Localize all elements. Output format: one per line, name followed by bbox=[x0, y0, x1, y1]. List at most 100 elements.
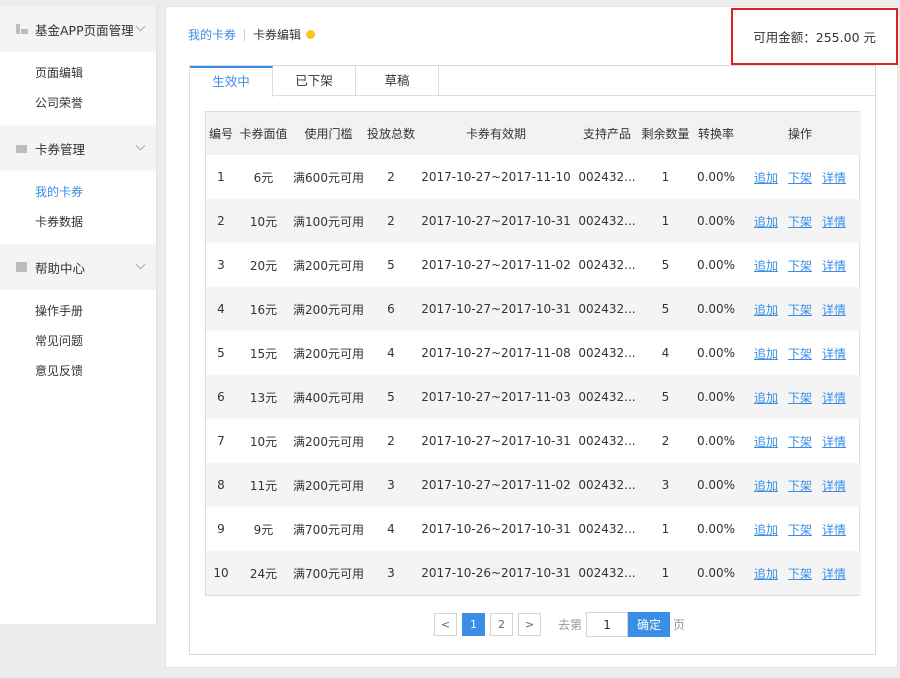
offline-button[interactable]: 下架 bbox=[788, 479, 812, 493]
add-button[interactable]: 追加 bbox=[754, 479, 778, 493]
offline-button[interactable]: 下架 bbox=[788, 567, 812, 581]
cell-remaining: 3 bbox=[638, 463, 693, 507]
detail-button[interactable]: 详情 bbox=[822, 215, 846, 229]
cell-conversion: 0.00% bbox=[696, 434, 736, 448]
sidebar-item-faq[interactable]: 常见问题 bbox=[0, 326, 156, 356]
sidebar-item-my-cards[interactable]: 我的卡券 bbox=[0, 177, 156, 207]
sidebar-item-page-edit[interactable]: 页面编辑 bbox=[0, 58, 156, 88]
coupon-table: 编号 卡券面值 使用门槛 投放总数 卡券有效期 支持产品 剩余数量 转换率 操作… bbox=[205, 111, 861, 596]
table-row: 9 9元 满700元可用 4 2017-10-26~2017-10-31 002432..… bbox=[206, 507, 861, 551]
tab-draft[interactable]: 草稿 bbox=[356, 66, 439, 96]
offline-button[interactable]: 下架 bbox=[788, 171, 812, 185]
cell-validity: 2017-10-27~2017-10-31 bbox=[421, 434, 571, 448]
cell-value: 24元 bbox=[236, 551, 291, 595]
cell-value: 6元 bbox=[253, 170, 274, 185]
offline-button[interactable]: 下架 bbox=[788, 347, 812, 361]
sidebar-item-card-data[interactable]: 卡券数据 bbox=[0, 207, 156, 237]
cell-id: 9 bbox=[217, 522, 225, 536]
cell-validity: 2017-10-27~2017-11-03 bbox=[416, 375, 576, 419]
col-header-conversion: 转换率 bbox=[693, 112, 739, 155]
detail-button[interactable]: 详情 bbox=[822, 435, 846, 449]
offline-button[interactable]: 下架 bbox=[788, 259, 812, 273]
offline-button[interactable]: 下架 bbox=[788, 391, 812, 405]
main-panel: 我的卡券 卡券编辑 可用金额：255.00 元 生效中 已下架 草稿 编号 卡券… bbox=[165, 6, 898, 668]
detail-button[interactable]: 详情 bbox=[822, 171, 846, 185]
detail-button[interactable]: 详情 bbox=[822, 479, 846, 493]
sidebar-group-app-pages[interactable]: 基金APP页面管理 bbox=[0, 6, 156, 52]
cell-id: 4 bbox=[206, 287, 236, 331]
cell-validity: 2017-10-27~2017-10-31 bbox=[416, 199, 576, 243]
add-button[interactable]: 追加 bbox=[754, 435, 778, 449]
cell-remaining: 5 bbox=[638, 375, 693, 419]
cell-validity: 2017-10-27~2017-11-02 bbox=[416, 463, 576, 507]
sidebar: 基金APP页面管理 页面编辑 公司荣誉 卡券管理 我的卡券 卡券数据 帮助中心 … bbox=[0, 6, 157, 624]
cell-actions: 追加 下架 详情 bbox=[739, 331, 861, 375]
sidebar-group-card-management[interactable]: 卡券管理 bbox=[0, 125, 156, 171]
detail-button[interactable]: 详情 bbox=[822, 347, 846, 361]
cell-product: 002432... bbox=[576, 551, 638, 595]
goto-page-input[interactable] bbox=[586, 612, 629, 637]
page-2-button[interactable]: 2 bbox=[490, 613, 513, 636]
detail-button[interactable]: 详情 bbox=[822, 303, 846, 317]
add-button[interactable]: 追加 bbox=[754, 391, 778, 405]
detail-button[interactable]: 详情 bbox=[822, 259, 846, 273]
tab-active[interactable]: 生效中 bbox=[190, 66, 273, 97]
cell-actions: 追加 下架 详情 bbox=[739, 155, 861, 199]
sidebar-item-manual[interactable]: 操作手册 bbox=[0, 296, 156, 326]
cell-actions: 追加 下架 详情 bbox=[739, 375, 861, 419]
cell-validity: 2017-10-27~2017-10-31 bbox=[416, 287, 576, 331]
offline-button[interactable]: 下架 bbox=[788, 435, 812, 449]
table-row: 4 16元 满200元可用 6 2017-10-27~2017-10-31 002432.… bbox=[206, 287, 861, 331]
detail-button[interactable]: 详情 bbox=[822, 523, 846, 537]
offline-button[interactable]: 下架 bbox=[788, 303, 812, 317]
cell-conversion: 0.00% bbox=[696, 346, 736, 360]
col-header-product: 支持产品 bbox=[576, 112, 638, 155]
cell-validity: 2017-10-26~2017-10-31 bbox=[421, 522, 571, 536]
cell-remaining: 5 bbox=[638, 287, 693, 331]
cell-threshold: 满100元可用 bbox=[291, 199, 366, 243]
cell-value: 20元 bbox=[249, 258, 278, 273]
cell-conversion: 0.00% bbox=[693, 375, 739, 419]
cell-conversion: 0.00% bbox=[696, 522, 736, 536]
cell-validity: 2017-10-26~2017-10-31 bbox=[416, 551, 576, 595]
col-header-value: 卡券面值 bbox=[236, 112, 291, 155]
sidebar-group-label: 卡券管理 bbox=[35, 141, 86, 157]
sidebar-group-help-center[interactable]: 帮助中心 bbox=[0, 244, 156, 290]
prev-page-button[interactable]: < bbox=[434, 613, 457, 636]
add-button[interactable]: 追加 bbox=[754, 215, 778, 229]
cell-actions: 追加 下架 详情 bbox=[739, 243, 861, 287]
offline-button[interactable]: 下架 bbox=[788, 215, 812, 229]
tab-offline[interactable]: 已下架 bbox=[273, 66, 356, 96]
add-button[interactable]: 追加 bbox=[754, 171, 778, 185]
next-page-button[interactable]: > bbox=[518, 613, 541, 636]
add-button[interactable]: 追加 bbox=[754, 259, 778, 273]
cell-remaining: 1 bbox=[638, 199, 693, 243]
sidebar-item-company-honor[interactable]: 公司荣誉 bbox=[0, 88, 156, 118]
confirm-goto-button[interactable]: 确定 bbox=[628, 612, 671, 637]
page-1-button[interactable]: 1 bbox=[462, 613, 485, 636]
sidebar-item-feedback[interactable]: 意见反馈 bbox=[0, 356, 156, 386]
detail-button[interactable]: 详情 bbox=[822, 567, 846, 581]
table-row: 3 20元 满200元可用 5 2017-10-27~2017-11-02 002432.… bbox=[206, 243, 861, 287]
cell-remaining: 1 bbox=[661, 522, 670, 536]
cell-product: 002432... bbox=[576, 199, 638, 243]
add-button[interactable]: 追加 bbox=[754, 303, 778, 317]
cell-actions: 追加 下架 详情 bbox=[739, 463, 861, 507]
add-button[interactable]: 追加 bbox=[754, 567, 778, 581]
table-row: 6 13元 满400元可用 5 2017-10-27~2017-11-03 002432.… bbox=[206, 375, 861, 419]
status-tabs: 生效中 已下架 草稿 bbox=[190, 66, 875, 97]
cell-total: 3 bbox=[366, 551, 416, 595]
cell-id: 8 bbox=[206, 463, 236, 507]
col-header-validity: 卡券有效期 bbox=[416, 112, 576, 155]
cell-id: 10 bbox=[206, 551, 236, 595]
detail-button[interactable]: 详情 bbox=[822, 391, 846, 405]
table-row: 5 15元 满200元可用 4 2017-10-27~2017-11-08 002432.… bbox=[206, 331, 861, 375]
breadcrumb-link-my-cards[interactable]: 我的卡券 bbox=[188, 26, 236, 43]
cell-conversion: 0.00% bbox=[696, 258, 736, 272]
cell-validity: 2017-10-27~2017-11-08 bbox=[421, 346, 571, 360]
add-button[interactable]: 追加 bbox=[754, 347, 778, 361]
offline-button[interactable]: 下架 bbox=[788, 523, 812, 537]
cell-id: 2 bbox=[206, 199, 236, 243]
col-header-threshold: 使用门槛 bbox=[291, 112, 366, 155]
add-button[interactable]: 追加 bbox=[754, 523, 778, 537]
